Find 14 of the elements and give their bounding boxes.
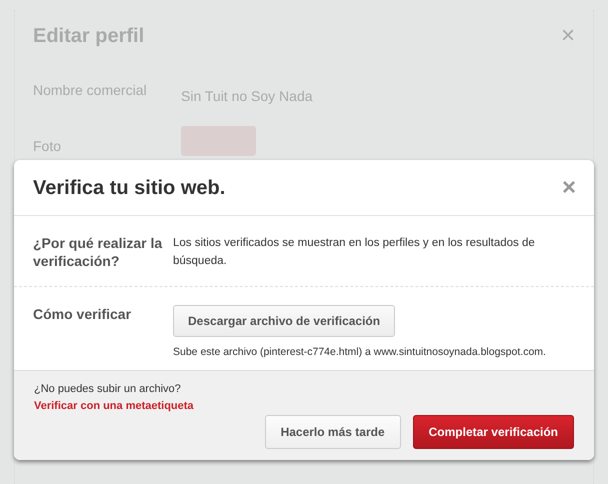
modal-title: Verifica tu sitio web.	[33, 176, 226, 200]
meta-tag-link[interactable]: Verificar con una metaetiqueta	[34, 400, 194, 412]
upload-note: Sube este archivo (pinterest-c774e.html) a www.sintuitnosoynada.blogspot.com.	[173, 346, 546, 358]
help-text: ¿No puedes subir un archivo? Verificar con una metaetiqueta	[34, 382, 195, 414]
field-label: Nombre comercial	[33, 82, 148, 98]
dialog-title: Editar perfil	[33, 24, 144, 48]
row-label: Cómo verificar	[33, 305, 132, 324]
complete-button[interactable]: Completar verificación	[412, 415, 574, 449]
field-value: Sin Tuit no Soy Nada	[181, 88, 313, 104]
later-button[interactable]: Hacerlo más tarde	[264, 415, 401, 449]
row-label: ¿Por qué realizar la verificación?	[33, 234, 164, 270]
field-label: Foto	[33, 138, 62, 154]
download-button[interactable]: Descargar archivo de verificación	[173, 305, 396, 337]
row-text: Los sitios verificados se muestran en los perfiles y en los resultados de búsqueda.	[173, 236, 536, 269]
